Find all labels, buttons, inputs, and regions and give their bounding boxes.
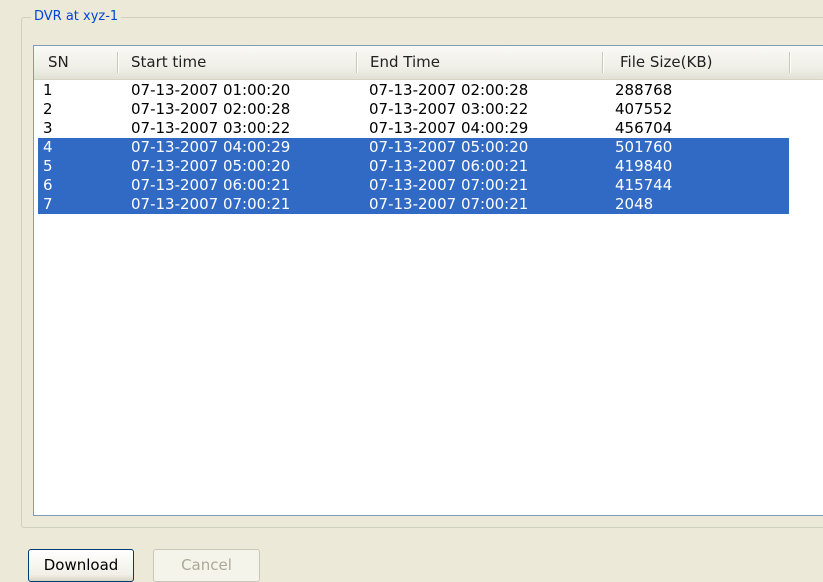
cell-sn: 5 bbox=[43, 157, 53, 175]
cell-file-size: 288768 bbox=[615, 81, 673, 99]
table-row[interactable]: 3 07-13-2007 03:00:22 07-13-2007 04:00:2… bbox=[38, 119, 789, 138]
cell-end-time: 07-13-2007 03:00:22 bbox=[369, 100, 529, 118]
cell-start-time: 07-13-2007 07:00:21 bbox=[131, 195, 291, 213]
cell-sn: 1 bbox=[43, 81, 53, 99]
cell-file-size: 2048 bbox=[615, 195, 654, 213]
column-header-file-size[interactable]: File Size(KB) bbox=[620, 46, 713, 79]
download-button[interactable]: Download bbox=[28, 549, 134, 582]
table-row-selected[interactable]: 7 07-13-2007 07:00:21 07-13-2007 07:00:2… bbox=[38, 195, 789, 214]
cell-start-time: 07-13-2007 03:00:22 bbox=[131, 119, 291, 137]
column-header-start-time[interactable]: Start time bbox=[131, 46, 206, 79]
recordings-list[interactable]: SN Start time End Time File Size(KB) 1 0… bbox=[33, 45, 823, 516]
cell-end-time: 07-13-2007 04:00:29 bbox=[369, 119, 529, 137]
table-row[interactable]: 2 07-13-2007 02:00:28 07-13-2007 03:00:2… bbox=[38, 100, 789, 119]
cancel-button: Cancel bbox=[153, 549, 260, 582]
list-header: SN Start time End Time File Size(KB) bbox=[34, 46, 823, 80]
table-row[interactable]: 1 07-13-2007 01:00:20 07-13-2007 02:00:2… bbox=[38, 81, 789, 100]
group-title: DVR at xyz-1 bbox=[31, 9, 122, 25]
column-header-sn[interactable]: SN bbox=[48, 46, 69, 79]
cell-file-size: 456704 bbox=[615, 119, 673, 137]
cell-start-time: 07-13-2007 01:00:20 bbox=[131, 81, 291, 99]
table-row-selected[interactable]: 4 07-13-2007 04:00:29 07-13-2007 05:00:2… bbox=[38, 138, 789, 157]
cell-sn: 2 bbox=[43, 100, 53, 118]
cell-start-time: 07-13-2007 05:00:20 bbox=[131, 157, 291, 175]
cell-sn: 3 bbox=[43, 119, 53, 137]
cell-file-size: 419840 bbox=[615, 157, 673, 175]
cell-end-time: 07-13-2007 07:00:21 bbox=[369, 195, 529, 213]
cell-start-time: 07-13-2007 02:00:28 bbox=[131, 100, 291, 118]
column-divider[interactable] bbox=[117, 52, 118, 73]
table-row-selected[interactable]: 5 07-13-2007 05:00:20 07-13-2007 06:00:2… bbox=[38, 157, 789, 176]
cell-sn: 4 bbox=[43, 138, 53, 156]
cell-file-size: 501760 bbox=[615, 138, 673, 156]
cell-end-time: 07-13-2007 07:00:21 bbox=[369, 176, 529, 194]
column-divider[interactable] bbox=[789, 52, 790, 73]
cell-end-time: 07-13-2007 02:00:28 bbox=[369, 81, 529, 99]
column-divider[interactable] bbox=[356, 52, 357, 73]
cell-start-time: 07-13-2007 06:00:21 bbox=[131, 176, 291, 194]
cell-start-time: 07-13-2007 04:00:29 bbox=[131, 138, 291, 156]
cell-sn: 6 bbox=[43, 176, 53, 194]
column-header-end-time[interactable]: End Time bbox=[370, 46, 440, 79]
cell-end-time: 07-13-2007 06:00:21 bbox=[369, 157, 529, 175]
table-row-selected[interactable]: 6 07-13-2007 06:00:21 07-13-2007 07:00:2… bbox=[38, 176, 789, 195]
column-divider[interactable] bbox=[602, 52, 603, 73]
cell-sn: 7 bbox=[43, 195, 53, 213]
cell-end-time: 07-13-2007 05:00:20 bbox=[369, 138, 529, 156]
cell-file-size: 407552 bbox=[615, 100, 673, 118]
cell-file-size: 415744 bbox=[615, 176, 673, 194]
